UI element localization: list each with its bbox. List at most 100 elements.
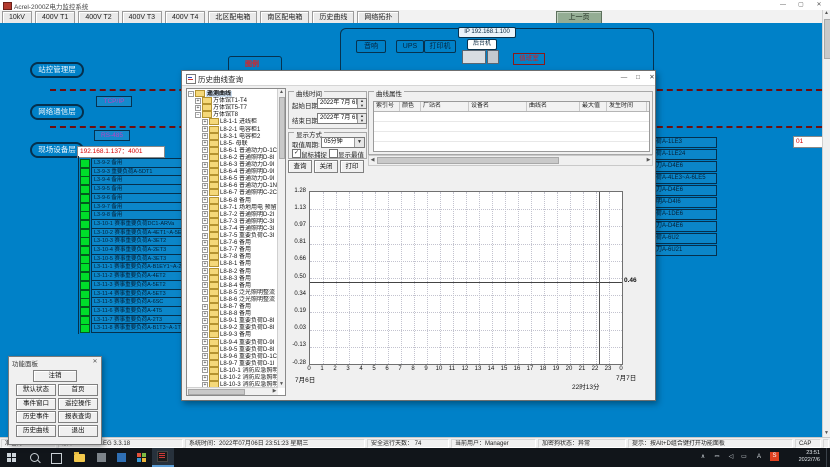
dialog-titlebar[interactable]: 历史曲线查询 — □ ✕	[182, 71, 655, 86]
app-icon-gray[interactable]	[92, 450, 112, 465]
window-maximize-button[interactable]: ▢	[794, 1, 808, 9]
tree-expander-icon[interactable]: +	[202, 268, 208, 274]
tree-expander-icon[interactable]: +	[202, 332, 208, 338]
properties-column-header[interactable]: 曲线名	[527, 102, 580, 111]
scroll-down-arrow[interactable]: ▼	[823, 430, 830, 437]
function-panel-button[interactable]: 退出	[58, 425, 98, 437]
tree-expander-icon[interactable]: +	[202, 367, 208, 373]
tree-child-node[interactable]: +L8-9-7 重要负荷D-1I	[202, 360, 286, 367]
tree-child-node[interactable]: +L8-10-2 消防应急照明	[202, 374, 286, 381]
scroll-up-arrow[interactable]: ▲	[823, 10, 830, 17]
properties-table[interactable]: 索引号颜色厂站名设备名曲线名最大值发生时间	[373, 101, 650, 152]
tree-scroll-right[interactable]: ▶	[271, 388, 278, 394]
tree-expander-icon[interactable]: +	[202, 183, 208, 189]
tree-expander-icon[interactable]: +	[202, 204, 208, 210]
tree-group-node[interactable]: +万体馆T1-T4	[195, 97, 283, 104]
curve-tree[interactable]: −遥测曲线+万体馆T1-T4+万体馆T5-T7−万体馆T8+L8-1-1 进线柜…	[186, 88, 286, 396]
task-view-icon[interactable]	[46, 450, 66, 465]
tree-child-node[interactable]: +L8-8-6 泛光照明整流	[202, 296, 286, 303]
ime-icon[interactable]: ▭	[738, 448, 750, 467]
tree-expander-icon[interactable]: +	[202, 225, 208, 231]
function-panel-button[interactable]: 默认状态	[16, 384, 56, 396]
period-dropdown-arrow[interactable]: ▼	[354, 138, 364, 147]
properties-column-header[interactable]: 索引号	[374, 102, 400, 111]
tree-expander-icon[interactable]: +	[202, 289, 208, 295]
tree-expander-icon[interactable]: +	[202, 346, 208, 352]
tree-expander-icon[interactable]: +	[202, 169, 208, 175]
tree-expander-icon[interactable]: +	[202, 133, 208, 139]
tree-child-node[interactable]: +L8-8-4 备用	[202, 282, 286, 289]
function-panel-button[interactable]: 历史事件	[16, 411, 56, 423]
tree-child-node[interactable]: +L8-6-6 普通动力D-1N	[202, 182, 286, 189]
tree-child-node[interactable]: +L8-7-7 备用	[202, 246, 286, 253]
function-panel-button[interactable]: 历史曲线	[16, 425, 56, 437]
tree-child-node[interactable]: +L8-9-1 重要负荷D-8I	[202, 317, 286, 324]
tree-group-node[interactable]: +万体馆T5-T7	[195, 104, 283, 111]
tree-expander-icon[interactable]: +	[195, 105, 201, 111]
tree-child-node[interactable]: +L8-6-1 普通动力D-1C	[202, 147, 286, 154]
tree-expander-icon[interactable]: +	[202, 325, 208, 331]
properties-scroll-thumb[interactable]	[377, 157, 559, 164]
properties-column-header[interactable]: 颜色	[400, 102, 421, 111]
tree-expander-icon[interactable]: +	[202, 375, 208, 381]
show-extremes-checkbox[interactable]	[329, 149, 338, 158]
print-button[interactable]: 打印	[340, 160, 364, 173]
properties-column-header[interactable]: 厂站名	[421, 102, 469, 111]
dialog-maximize-button[interactable]: □	[632, 73, 644, 83]
tree-child-node[interactable]: +L8-7-1 场地用电 预留	[202, 204, 286, 211]
window-minimize-button[interactable]: —	[776, 1, 790, 9]
tree-child-node[interactable]: +L8-7-4 普通照明C-3I	[202, 225, 286, 232]
scroll-thumb[interactable]	[824, 19, 830, 59]
tree-child-node[interactable]: +L8-2-1 电容柜1	[202, 126, 286, 133]
tree-expander-icon[interactable]: +	[202, 233, 208, 239]
end-date-spinner[interactable]: ▲▼	[357, 114, 366, 123]
tree-scroll-down[interactable]: ▼	[278, 381, 285, 388]
tree-expander-icon[interactable]: +	[202, 119, 208, 125]
properties-hscrollbar[interactable]: ◀ ▶	[368, 155, 653, 166]
tree-expander-icon[interactable]: +	[202, 218, 208, 224]
tree-horizontal-scrollbar[interactable]: ▶	[187, 387, 278, 395]
tree-child-node[interactable]: +L8-9-3 备用	[202, 331, 286, 338]
tree-scroll-thumb[interactable]	[279, 97, 285, 159]
tree-expander-icon[interactable]: +	[202, 339, 208, 345]
tree-child-node[interactable]: +L8-6-4 普通照明D-9I	[202, 168, 286, 175]
window-close-button[interactable]: ✕	[812, 1, 826, 9]
start-date-spinner[interactable]: ▲▼	[357, 99, 366, 108]
tree-child-node[interactable]: +L8-8-2 备用	[202, 268, 286, 275]
mouse-snap-checkbox[interactable]: ✓	[292, 149, 301, 158]
tree-group-node[interactable]: −万体馆T8	[195, 111, 283, 118]
acrel-app-taskbar-icon[interactable]	[152, 448, 174, 467]
tree-expander-icon[interactable]: +	[202, 190, 208, 196]
tree-expander-icon[interactable]: +	[202, 140, 208, 146]
tree-child-node[interactable]: +L8-8-1 备用	[202, 260, 286, 267]
tree-expander-icon[interactable]: +	[202, 126, 208, 132]
function-panel-close-icon[interactable]: ✕	[91, 358, 99, 365]
close-button[interactable]: 关闭	[314, 160, 338, 173]
function-panel-button[interactable]: 报表查询	[58, 411, 98, 423]
tree-expander-icon[interactable]: +	[202, 261, 208, 267]
tree-scroll-up[interactable]: ▲	[278, 89, 285, 96]
properties-column-header[interactable]: 最大值	[580, 102, 607, 111]
tree-expander-icon[interactable]: +	[202, 162, 208, 168]
dialog-minimize-button[interactable]: —	[618, 73, 630, 83]
input-language-indicator[interactable]: A	[754, 448, 764, 467]
period-dropdown[interactable]: 05分钟 ▼	[321, 137, 365, 148]
show-desktop-button[interactable]	[826, 448, 830, 467]
tree-child-node[interactable]: +L8-1-1 进线柜	[202, 118, 286, 125]
tree-expander-icon[interactable]: +	[202, 353, 208, 359]
tree-expander-icon[interactable]: +	[202, 311, 208, 317]
tree-expander-icon[interactable]: +	[195, 98, 201, 104]
tree-child-node[interactable]: +L8-9-4 重要负荷D-9I	[202, 339, 286, 346]
tree-child-node[interactable]: +L8-6-8 备用	[202, 197, 286, 204]
tree-child-node[interactable]: +L8-6-2 普通照明D-8I	[202, 154, 286, 161]
tree-expander-icon[interactable]: +	[202, 318, 208, 324]
tree-expander-icon[interactable]: +	[202, 154, 208, 160]
tree-expander-icon[interactable]: +	[202, 176, 208, 182]
tree-child-node[interactable]: +L8-9-6 重要负荷D-1C	[202, 353, 286, 360]
query-button[interactable]: 查询	[288, 160, 312, 173]
properties-column-header[interactable]: 设备名	[469, 102, 527, 111]
tree-child-node[interactable]: +L8-8-5 泛光照明整流	[202, 289, 286, 296]
tray-expand-icon[interactable]: ∧	[698, 448, 708, 467]
tree-child-node[interactable]: +L8-9-5 重要负荷D-8I	[202, 346, 286, 353]
function-panel-button[interactable]: 首页	[58, 384, 98, 396]
